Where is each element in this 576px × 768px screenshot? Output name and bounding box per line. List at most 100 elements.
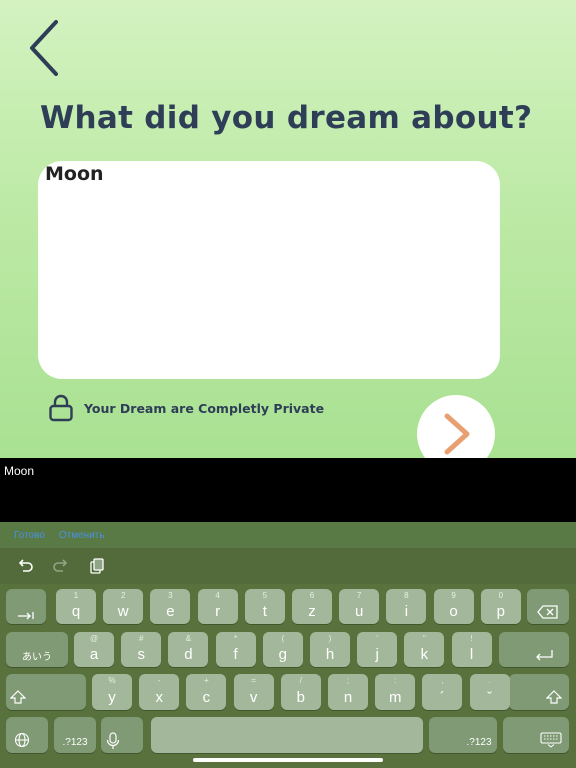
- key-primary-label: v: [249, 688, 258, 706]
- key-secondary-label: +: [204, 676, 209, 685]
- key-secondary-label: 1: [73, 591, 79, 600]
- key-primary-label: t: [262, 603, 267, 620]
- globe-icon: [14, 732, 30, 748]
- return-key[interactable]: [499, 632, 569, 667]
- tab-key[interactable]: [6, 589, 46, 624]
- key-primary-label: q: [71, 603, 81, 620]
- key-row1-7[interactable]: 8i: [386, 589, 427, 624]
- back-chevron-icon[interactable]: [26, 18, 62, 78]
- key-row1-1[interactable]: 2w: [103, 589, 144, 624]
- key-secondary-label: ,: [441, 676, 444, 685]
- hide-keyboard-key[interactable]: [503, 717, 569, 753]
- key-row3-6[interactable]: :m: [375, 674, 416, 710]
- cancel-link[interactable]: Отменить: [59, 530, 105, 541]
- key-row2-1[interactable]: # s: [121, 632, 162, 667]
- done-link[interactable]: Готово: [14, 530, 45, 541]
- dream-entry-screen: What did you dream about? Moon Your Drea…: [0, 0, 576, 458]
- key-row2-3[interactable]: * f: [215, 632, 256, 667]
- numbers-key-right[interactable]: .?123: [429, 717, 497, 753]
- key-row3-5[interactable]: ; n: [328, 674, 368, 710]
- key-secondary-label: 8: [404, 591, 409, 600]
- lock-icon: [49, 394, 73, 422]
- key-primary-label: ˇ: [487, 688, 493, 706]
- key-primary-label: r: [215, 603, 221, 620]
- next-button[interactable]: [417, 395, 495, 458]
- key-row1-2[interactable]: 3e: [150, 589, 191, 624]
- key-primary-label: u: [355, 603, 364, 620]
- key-primary-label: b: [296, 688, 305, 706]
- redo-icon[interactable]: [52, 557, 70, 575]
- key-secondary-label: -: [157, 676, 161, 685]
- key-row3-2[interactable]: + c: [186, 674, 227, 710]
- home-indicator: [193, 758, 383, 762]
- key-secondary-label: 6: [309, 591, 315, 600]
- key-row2-6[interactable]: ' j: [357, 632, 398, 667]
- dream-text-input[interactable]: Moon: [38, 161, 500, 379]
- tab-icon: [18, 611, 34, 619]
- key-row1-6[interactable]: 7u: [339, 589, 380, 624]
- delete-key[interactable]: [527, 589, 569, 624]
- key-primary-label: s: [137, 646, 145, 663]
- keyboard-link-bar: Готово Отменить: [0, 522, 576, 548]
- key-primary-label: k: [420, 646, 429, 663]
- key-row2-0[interactable]: @ a: [74, 632, 114, 667]
- key-secondary-label: @: [89, 634, 99, 643]
- globe-key[interactable]: [6, 717, 48, 753]
- key-primary-label: p: [496, 603, 505, 620]
- key-primary-label: o: [449, 603, 458, 620]
- clipboard-icon[interactable]: [88, 557, 106, 575]
- key-primary-label: g: [278, 646, 287, 663]
- keyboard-keys: あいう .?123 .?123 1 q 2 w 3 e 4 r 5 t 6 z …: [0, 584, 576, 768]
- key-secondary-label: #: [138, 634, 144, 643]
- key-primary-label: a: [89, 646, 99, 663]
- chevron-right-icon: [444, 413, 470, 455]
- microphone-key[interactable]: [101, 717, 143, 753]
- key-secondary-label: (: [281, 634, 285, 643]
- space-key[interactable]: [151, 717, 423, 753]
- key-row3-0[interactable]: % y: [92, 674, 132, 710]
- key-secondary-label: !: [470, 634, 473, 643]
- key-row3-7[interactable]: , ´: [422, 674, 463, 710]
- key-row1-9[interactable]: 0p: [480, 589, 521, 624]
- key-row2-8[interactable]: ! l: [451, 632, 492, 667]
- page-title: What did you dream about?: [40, 100, 533, 136]
- key-secondary-label: 0: [498, 591, 504, 600]
- key-row1-8[interactable]: 9o: [433, 589, 474, 624]
- kana-label: あいう: [22, 652, 52, 663]
- key-secondary-label: 9: [451, 591, 456, 600]
- key-row3-4[interactable]: / b: [280, 674, 321, 710]
- key-primary-label: l: [469, 646, 474, 663]
- key-secondary-label: 2: [120, 591, 126, 600]
- key-primary-label: z: [308, 603, 316, 620]
- undo-icon[interactable]: [16, 557, 34, 575]
- key-primary-label: w: [117, 603, 129, 620]
- shift-key-left[interactable]: [6, 674, 86, 710]
- key-secondary-label: .: [488, 676, 491, 685]
- numbers-label-left: .?123: [62, 736, 88, 748]
- key-row3-1[interactable]: -x: [139, 674, 180, 710]
- keyboard-toolbar: [0, 548, 576, 584]
- backspace-icon: [537, 604, 558, 619]
- key-row1-5[interactable]: 6z: [292, 589, 332, 624]
- key-primary-label: j: [375, 646, 379, 663]
- shift-icon: [10, 690, 26, 704]
- key-row2-5[interactable]: ) h: [310, 632, 350, 667]
- key-row1-3[interactable]: 4r: [197, 589, 238, 624]
- key-row3-3[interactable]: = v: [233, 674, 274, 710]
- privacy-note: Your Dream are Completly Private: [48, 394, 324, 422]
- key-secondary-label: 4: [215, 591, 220, 600]
- key-row1-0[interactable]: 1q: [56, 589, 96, 624]
- privacy-text: Your Dream are Completly Private: [84, 400, 325, 416]
- key-row2-4[interactable]: (g: [262, 632, 303, 667]
- shift-key-right[interactable]: [509, 674, 569, 710]
- key-row1-4[interactable]: 5t: [244, 589, 285, 624]
- kana-key[interactable]: あいう: [6, 632, 68, 667]
- keyboard-hide-icon: [540, 732, 562, 748]
- key-primary-label: e: [166, 603, 175, 620]
- key-secondary-label: ): [328, 634, 332, 643]
- key-row3-8[interactable]: .ˇ: [469, 674, 510, 710]
- key-row2-2[interactable]: & d: [168, 632, 209, 667]
- key-row2-7[interactable]: " k: [404, 632, 445, 667]
- key-primary-label: c: [202, 688, 211, 706]
- numbers-key-left[interactable]: .?123: [54, 717, 96, 753]
